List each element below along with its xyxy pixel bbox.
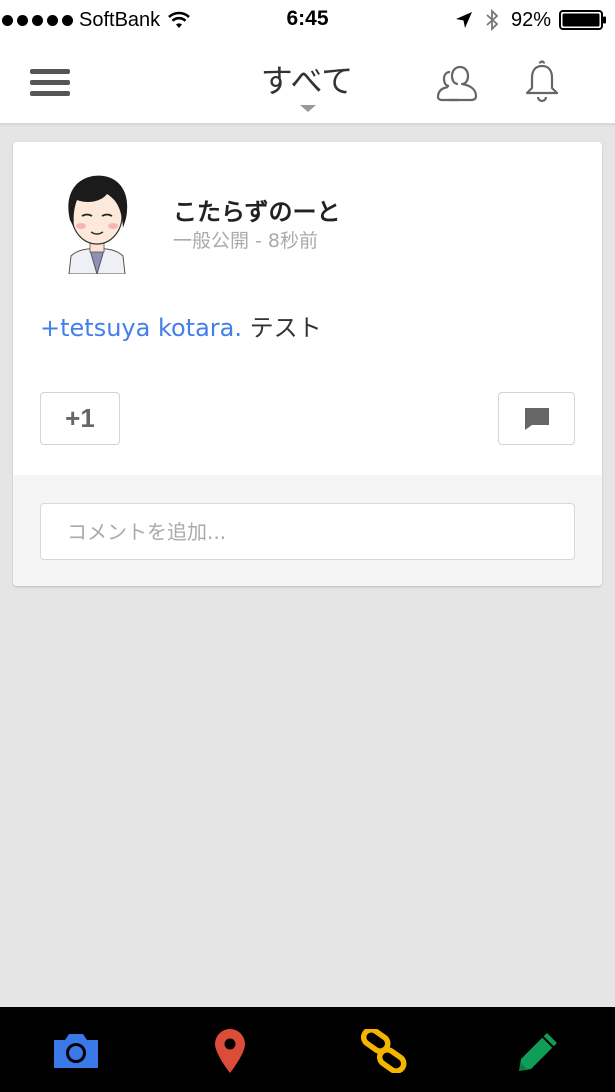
circles-icon[interactable] (434, 60, 480, 104)
menu-icon-bar (30, 79, 70, 85)
status-bar: SoftBank 6:45 92% (0, 0, 615, 40)
stream-selector[interactable]: すべて (207, 56, 407, 102)
menu-button[interactable] (26, 62, 74, 102)
post-body: +tetsuya kotara. テスト (40, 308, 322, 343)
comment-icon (524, 407, 549, 430)
write-button[interactable] (510, 1025, 566, 1077)
post-visibility-time: 一般公開 - 8秒前 (173, 230, 319, 252)
pencil-icon (519, 1033, 557, 1071)
author-name[interactable]: こたらずのーと (173, 192, 341, 227)
bell-icon[interactable] (522, 60, 562, 104)
status-right: 92% (455, 8, 607, 32)
location-arrow-icon (455, 12, 472, 28)
post-card: こたらずのーと 一般公開 - 8秒前 +tetsuya kotara. テスト … (13, 142, 602, 586)
bluetooth-icon (486, 9, 499, 31)
dropdown-caret-icon[interactable] (300, 105, 316, 112)
location-pin-icon (215, 1029, 245, 1073)
comment-input[interactable] (40, 503, 575, 560)
link-button[interactable] (356, 1025, 412, 1077)
camera-button[interactable] (48, 1025, 104, 1077)
location-button[interactable] (202, 1025, 258, 1077)
mention-link[interactable]: +tetsuya kotara. (40, 314, 242, 342)
battery-percent: 92% (510, 8, 551, 31)
menu-icon (30, 68, 70, 74)
bottom-toolbar (0, 1007, 615, 1092)
plus-one-button[interactable]: +1 (40, 392, 120, 445)
comment-area (13, 475, 602, 586)
post-text: テスト (249, 314, 322, 342)
app-header: すべて (0, 40, 615, 124)
battery-icon (559, 10, 606, 30)
avatar[interactable] (57, 170, 137, 274)
link-icon (360, 1029, 407, 1073)
comment-button[interactable] (498, 392, 575, 445)
camera-icon (54, 1034, 98, 1068)
menu-icon-bar (30, 90, 70, 96)
